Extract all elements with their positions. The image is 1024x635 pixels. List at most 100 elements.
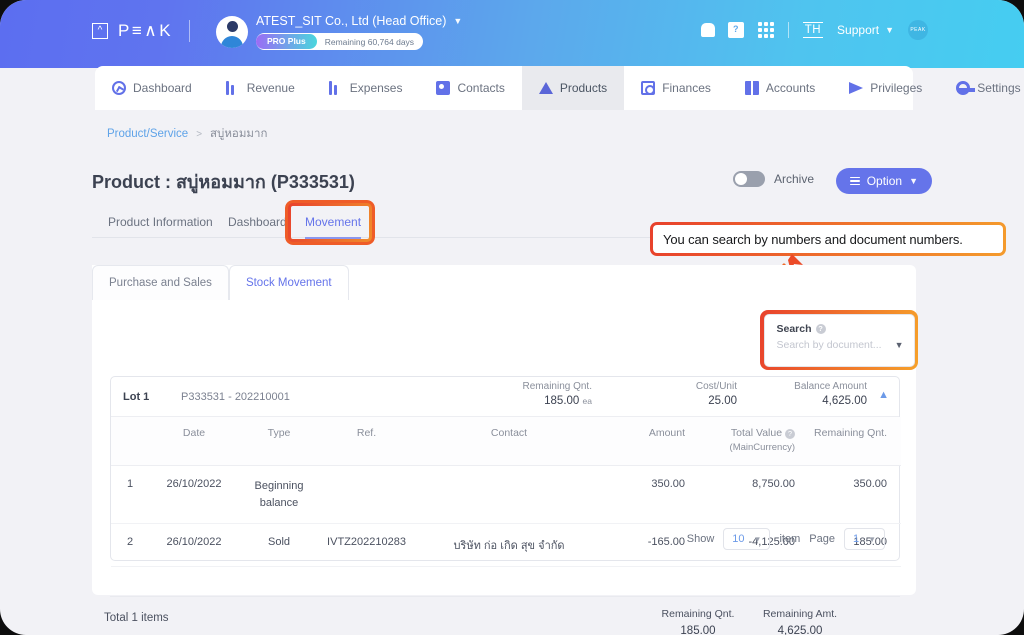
search-panel: Search ? Search by document... ▼	[763, 313, 915, 367]
tab-dashboard[interactable]: Dashboard	[228, 206, 287, 238]
metric-value-wrap: 185.00 ea	[422, 395, 592, 407]
lot-header[interactable]: Lot 1 P333531 - 202210001 Remaining Qnt.…	[111, 377, 899, 417]
page-size-select[interactable]: 10 ▼	[723, 528, 771, 550]
lot-name: Lot 1	[123, 390, 150, 403]
company-selector[interactable]: ATEST_SIT Co., Ltd (Head Office) ▼	[256, 14, 462, 28]
archive-toggle-group[interactable]: Archive	[732, 171, 814, 187]
movement-tab-highlight	[285, 200, 375, 245]
support-label: Support	[837, 23, 880, 37]
page-size-value: 10	[732, 533, 745, 545]
cell-type: Beginning balance	[239, 465, 319, 524]
logo-text: P≡∧K	[118, 21, 174, 40]
breadcrumb-root-link[interactable]: Product/Service	[107, 128, 188, 140]
book-icon[interactable]: ?	[727, 22, 744, 38]
plan-badge: PRO Plus	[256, 34, 317, 49]
avatar-head	[226, 21, 238, 32]
nav-item-accounts[interactable]: Accounts	[728, 66, 832, 110]
header-divider	[787, 22, 789, 38]
search-input-row[interactable]: Search by document... ▼	[777, 339, 904, 351]
chevron-down-icon[interactable]: ▼	[895, 340, 904, 350]
nav-label: Expenses	[349, 81, 403, 95]
page-number-select[interactable]: 1 ▼	[843, 528, 885, 550]
nav-item-products[interactable]: Products	[521, 66, 625, 110]
cell-index: 1	[111, 465, 149, 524]
top-header-bar: ^ P≡∧K ATEST_SIT Co., Ltd (Head Office) …	[0, 0, 1024, 68]
nav-item-revenue[interactable]: Revenue	[209, 66, 312, 110]
nav-item-settings[interactable]: Settings	[939, 66, 1024, 110]
chevron-down-icon: ▼	[909, 176, 918, 186]
metric-label: Balance Amount	[794, 381, 867, 392]
cell-index: 2	[111, 523, 149, 567]
subtab-stock-movement[interactable]: Stock Movement	[228, 265, 349, 300]
total-value: 4,625.00	[777, 625, 823, 635]
col-total-value-label: Total Value	[730, 427, 783, 439]
cell-date: 26/10/2022	[149, 523, 239, 567]
show-label: Show	[686, 533, 715, 545]
nav-label: Products	[559, 81, 608, 95]
app-window: ^ P≡∧K ATEST_SIT Co., Ltd (Head Office) …	[0, 0, 1024, 635]
callout-text: You can search by numbers and document n…	[653, 225, 1003, 253]
total-label: Remaining Amt.	[762, 608, 838, 620]
lot-metrics: Remaining Qnt. 185.00 ea Cost/Unit 25.00…	[422, 381, 867, 407]
callout-annotation: You can search by numbers and document n…	[650, 222, 1006, 256]
archive-toggle[interactable]	[732, 171, 765, 187]
page-number-value: 1	[852, 533, 860, 545]
col-index	[111, 417, 149, 466]
option-label: Option	[866, 174, 903, 188]
cell-contact: บริษัท ก่อ เกิด สุข จำกัด	[414, 523, 604, 567]
metric-value: 185.00	[544, 395, 580, 407]
table-row[interactable]: 1 26/10/2022 Beginning balance 350.00 8,…	[111, 465, 901, 524]
breadcrumb-current: สบู่หอมมาก	[210, 128, 268, 140]
metric-unit: ea	[582, 396, 592, 406]
logo-divider	[189, 20, 191, 42]
movement-subtabs: Purchase and Sales Stock Movement	[92, 265, 349, 300]
page-label: Page	[809, 533, 835, 545]
nav-item-expenses[interactable]: Expenses	[312, 66, 420, 110]
search-input[interactable]: Search by document...	[777, 339, 882, 351]
avatar-body	[221, 36, 243, 48]
tab-label: Dashboard	[228, 215, 287, 229]
total-value: 185.00	[680, 625, 716, 635]
subtab-purchase-and-sales[interactable]: Purchase and Sales	[92, 265, 229, 300]
cell-ref-link[interactable]: IVTZ202210283	[319, 523, 414, 567]
lot-metric-balance-amount: Balance Amount 4,625.00	[737, 381, 867, 407]
chevron-down-icon: ▼	[885, 25, 894, 35]
bell-icon[interactable]	[698, 22, 715, 38]
cell-contact	[414, 465, 604, 524]
breadcrumb: Product/Service > สบู่หอมมาก	[107, 125, 267, 143]
tab-product-information[interactable]: Product Information	[108, 206, 213, 238]
nav-item-finances[interactable]: Finances	[624, 66, 728, 110]
nav-item-dashboard[interactable]: Dashboard	[95, 66, 209, 110]
plan-pill: PRO Plus Remaining 60,764 days	[256, 33, 424, 50]
apps-grid-icon[interactable]	[757, 22, 774, 38]
chevron-down-icon: ▼	[453, 16, 463, 26]
option-button[interactable]: Option ▼	[835, 168, 932, 194]
chevron-down-icon: ▼	[753, 534, 762, 544]
search-label-row: Search ?	[777, 323, 904, 335]
user-initials[interactable]: TH	[802, 22, 824, 38]
company-avatar[interactable]	[216, 16, 248, 48]
peak-avatar-icon[interactable]: PEAK	[908, 20, 928, 40]
question-mark-icon[interactable]: ?	[785, 428, 795, 439]
dashboard-icon	[112, 81, 126, 95]
nav-item-privileges[interactable]: Privileges	[832, 66, 939, 110]
peak-logo[interactable]: ^ P≡∧K	[92, 20, 191, 42]
cell-amount: 350.00	[604, 465, 699, 524]
total-label: Remaining Qnt.	[661, 608, 735, 620]
company-name: ATEST_SIT Co., Ltd (Head Office)	[256, 14, 447, 28]
question-mark-icon[interactable]: ?	[815, 323, 826, 334]
hamburger-icon	[849, 176, 860, 186]
chevron-up-icon[interactable]: ▲	[878, 389, 889, 401]
lot-code: P333531 - 202210001	[181, 390, 290, 403]
metric-label: Remaining Qnt.	[522, 381, 592, 392]
products-icon	[538, 82, 553, 94]
archive-label: Archive	[773, 172, 814, 186]
nav-item-contacts[interactable]: Contacts	[419, 66, 521, 110]
nav-label: Revenue	[246, 81, 295, 95]
subtab-label: Purchase and Sales	[109, 277, 212, 289]
support-menu[interactable]: Support ▼	[837, 23, 894, 37]
cell-total-value: 8,750.00	[699, 465, 809, 524]
header-icon-group: ? TH Support ▼ PEAK	[698, 20, 928, 40]
finances-icon	[641, 81, 656, 95]
total-remaining-qnt: Remaining Qnt. 185.00	[648, 608, 748, 635]
